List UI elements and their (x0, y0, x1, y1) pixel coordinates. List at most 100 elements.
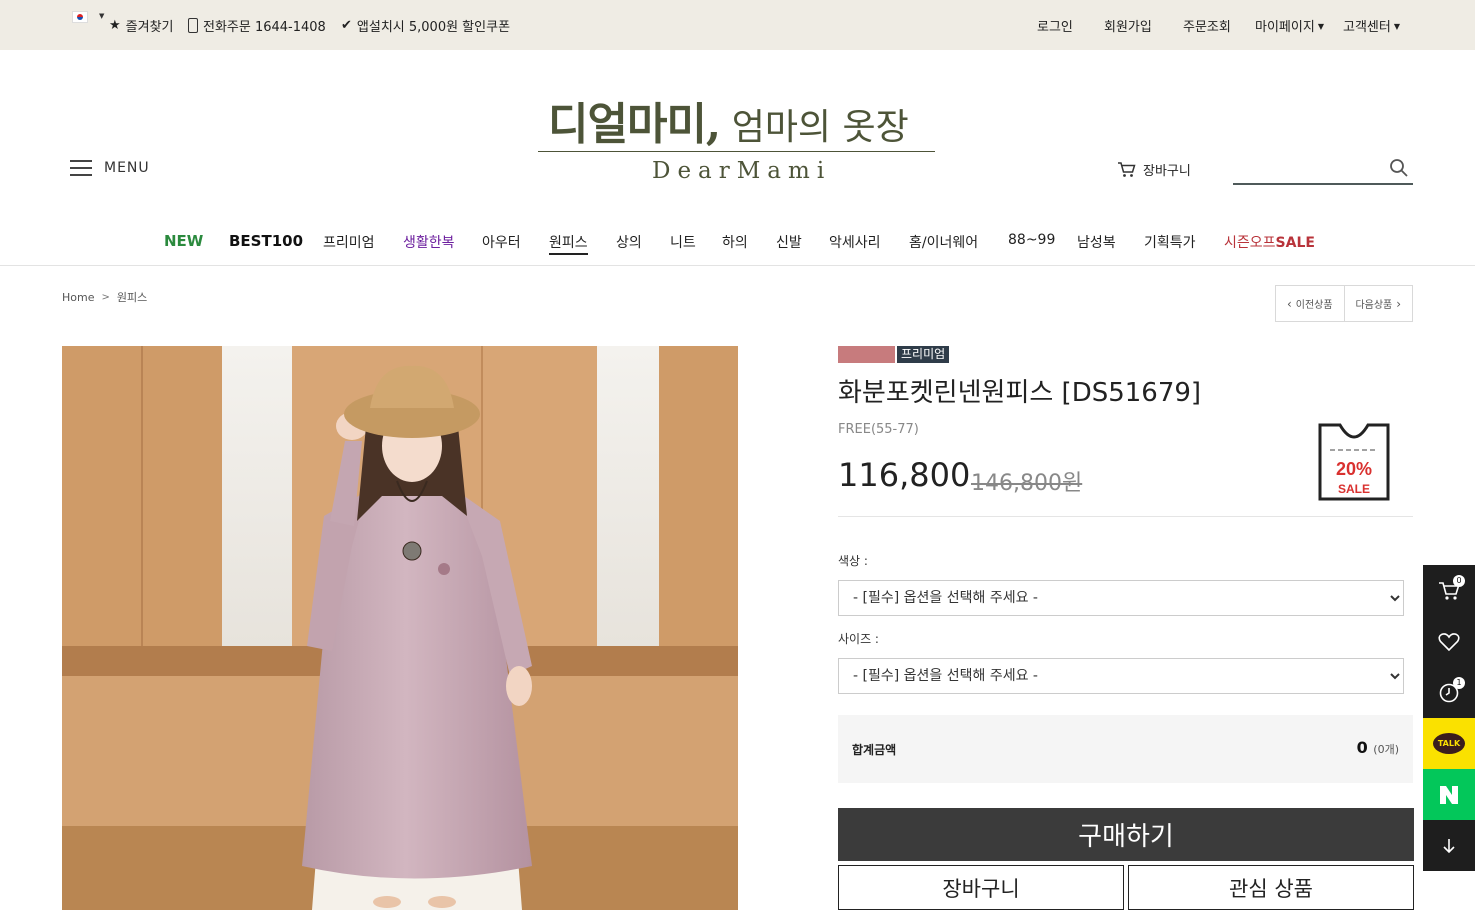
top-utility-bar: ▼ ★ 즐겨찾기 전화주문 1644-1408 ✔ 앱설치시 5,000원 할인… (0, 0, 1475, 50)
hamburger-icon (70, 159, 92, 176)
login-link[interactable]: 로그인 (1037, 16, 1073, 35)
quick-bar: 0 1 TALK (1423, 565, 1475, 871)
korea-flag-icon[interactable] (72, 11, 88, 23)
customer-center-menu[interactable]: 고객센터 ▼ (1343, 16, 1400, 35)
chevron-down-icon: ▼ (1393, 22, 1400, 31)
scroll-down-button[interactable] (1423, 820, 1475, 871)
bookmark-label: 즐겨찾기 (125, 20, 174, 35)
nav-item-new[interactable]: NEW (164, 232, 203, 250)
nav-item-best100[interactable]: BEST100 (229, 232, 303, 250)
prev-product-button[interactable]: ‹ 이전상품 (1276, 286, 1345, 321)
premium-badge: 프리미엄 (897, 346, 950, 363)
heart-icon (1438, 632, 1460, 651)
arrow-down-icon (1443, 838, 1455, 853)
prev-product-label: 이전상품 (1295, 300, 1333, 311)
logo-english[interactable]: DearMami (652, 158, 831, 184)
search-icon[interactable] (1389, 158, 1409, 178)
product-badges: 프리미엄 (838, 346, 950, 363)
app-coupon-label: 앱설치시 5,000원 할인쿠폰 (356, 20, 511, 35)
check-icon: ✔ (341, 18, 352, 33)
phone-icon (188, 18, 198, 33)
nav-item-accessory[interactable]: 악세사리 (829, 232, 881, 252)
add-to-cart-button[interactable]: 장바구니 (838, 865, 1124, 910)
sale-label: SALE (1338, 482, 1370, 496)
sale-tag: 20% SALE (1318, 423, 1390, 507)
logo-korean-sub: 엄마의 옷장 (720, 107, 909, 148)
language-caret-icon[interactable]: ▼ (99, 12, 104, 20)
prev-next-nav: ‹ 이전상품 다음상품 › (1275, 285, 1413, 322)
mypage-menu[interactable]: 마이페이지 ▼ (1255, 16, 1324, 35)
nav-item-home-innerwear[interactable]: 홈/이너웨어 (909, 232, 978, 252)
chevron-right-icon: > (101, 291, 110, 303)
wishlist-button[interactable]: 관심 상품 (1128, 865, 1414, 910)
recent-count-badge: 1 (1453, 677, 1465, 689)
naver-button[interactable] (1423, 769, 1475, 820)
logo-korean-main: 디얼마미, (548, 99, 721, 150)
color-badge (838, 346, 895, 363)
nav-item-season-off-sale[interactable]: 시즌오프SALE (1224, 232, 1315, 252)
color-option-label: 색상 : (838, 554, 868, 568)
phone-order-link[interactable]: 전화주문 1644-1408 (188, 16, 326, 35)
product-title: 화분포켓린넨원피스 [DS51679] (838, 378, 1202, 408)
header-cart-label: 장바구니 (1143, 164, 1191, 179)
bookmark-link[interactable]: ★ 즐겨찾기 (109, 16, 174, 35)
customer-center-label: 고객센터 (1343, 20, 1391, 35)
sale-suffix: SALE (1275, 235, 1315, 251)
chevron-down-icon: ▼ (1317, 22, 1324, 31)
size-select[interactable]: - [필수] 옵션을 선택해 주세요 - (838, 658, 1404, 694)
sale-prefix: 시즌오프 (1224, 235, 1276, 251)
search-box (1233, 153, 1413, 185)
app-coupon-link[interactable]: ✔ 앱설치시 5,000원 할인쿠폰 (341, 16, 510, 35)
breadcrumb: Home > 원피스 (62, 289, 147, 305)
chevron-right-icon: › (1396, 296, 1402, 311)
product-photo-illustration (62, 346, 738, 910)
quick-cart-button[interactable]: 0 (1423, 565, 1475, 616)
nav-item-knit[interactable]: 니트 (670, 232, 696, 252)
nav-item-men[interactable]: 남성복 (1077, 232, 1116, 252)
total-value-wrap: 0 (0개) (1357, 738, 1399, 757)
quick-wishlist-button[interactable] (1423, 616, 1475, 667)
product-size: FREE(55-77) (838, 422, 919, 437)
breadcrumb-home[interactable]: Home (62, 291, 94, 304)
nav-item-hanbok[interactable]: 생활한복 (403, 232, 455, 252)
search-input[interactable] (1233, 153, 1383, 183)
next-product-button[interactable]: 다음상품 › (1345, 286, 1413, 321)
total-price-box: 합계금액 0 (0개) (838, 715, 1413, 783)
kakao-talk-button[interactable]: TALK (1423, 718, 1475, 769)
total-value: 0 (1356, 738, 1368, 757)
cart-icon (1118, 162, 1136, 177)
nav-item-shoes[interactable]: 신발 (776, 232, 802, 252)
signup-link[interactable]: 회원가입 (1104, 16, 1152, 35)
nav-item-premium[interactable]: 프리미엄 (323, 232, 375, 252)
sale-tag-icon: 20% SALE (1318, 423, 1390, 501)
color-select[interactable]: - [필수] 옵션을 선택해 주세요 - (838, 580, 1404, 616)
breadcrumb-current[interactable]: 원피스 (117, 289, 147, 305)
logo-divider (538, 151, 935, 152)
product-original-price: 146,800원 (971, 471, 1083, 496)
total-count: (0개) (1373, 743, 1399, 756)
phone-order-label: 전화주문 1644-1408 (203, 20, 326, 35)
product-price: 116,800 (838, 456, 971, 494)
order-lookup-link[interactable]: 주문조회 (1183, 16, 1231, 35)
size-option-label: 사이즈 : (838, 632, 879, 646)
chevron-left-icon: ‹ (1286, 296, 1292, 311)
total-label: 합계금액 (852, 743, 897, 757)
category-nav: NEW BEST100 프리미엄 생활한복 아우터 원피스 상의 니트 하의 신… (0, 222, 1475, 266)
menu-button[interactable]: MENU (70, 159, 150, 176)
buy-button[interactable]: 구매하기 (838, 808, 1414, 861)
nav-item-88-99[interactable]: 88~99 (1008, 232, 1055, 248)
nav-item-bottom[interactable]: 하의 (722, 232, 748, 252)
nav-item-special[interactable]: 기획특가 (1144, 232, 1196, 252)
cart-count-badge: 0 (1453, 575, 1465, 587)
quick-recent-button[interactable]: 1 (1423, 667, 1475, 718)
nav-item-top[interactable]: 상의 (616, 232, 642, 252)
header-cart-link[interactable]: 장바구니 (1117, 160, 1191, 179)
mypage-label: 마이페이지 (1255, 20, 1315, 35)
info-divider (838, 516, 1413, 517)
nav-item-outer[interactable]: 아우터 (482, 232, 521, 252)
sale-percent: 20% (1336, 459, 1372, 479)
logo[interactable]: 디얼마미, 엄마의 옷장 (548, 88, 909, 152)
star-icon: ★ (109, 18, 121, 33)
product-image[interactable] (62, 346, 738, 910)
nav-item-onepiece[interactable]: 원피스 (549, 232, 588, 255)
